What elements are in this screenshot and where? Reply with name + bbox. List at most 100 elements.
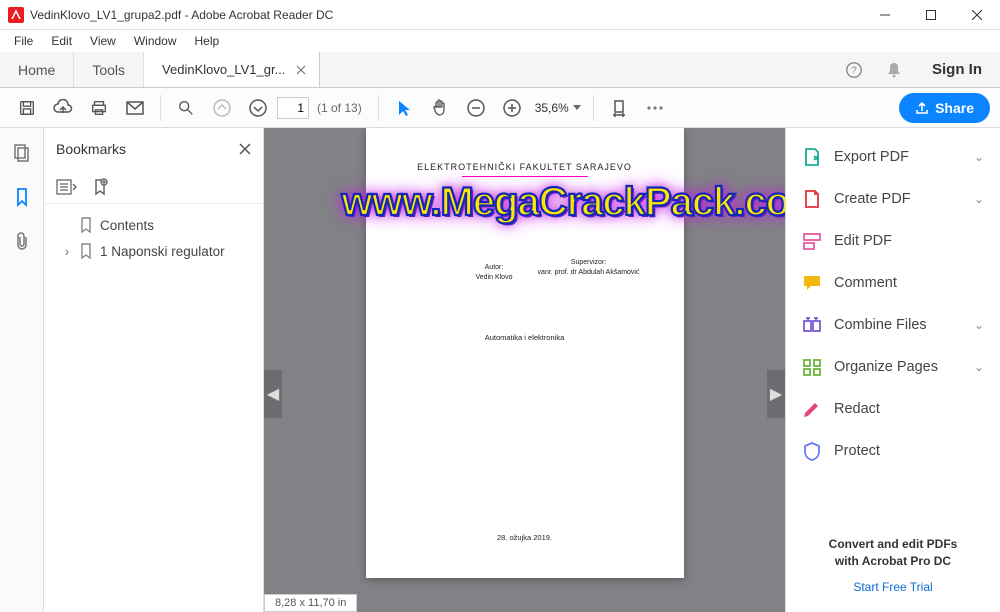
find-icon[interactable] xyxy=(169,91,203,125)
tool-label: Edit PDF xyxy=(834,233,984,249)
tab-document[interactable]: VedinKlovo_LV1_gr... xyxy=(144,52,320,87)
bookmarks-panel: Bookmarks Contents › 1 Naponski regulato… xyxy=(44,128,264,612)
attachments-panel-icon[interactable] xyxy=(7,226,37,256)
protect-icon xyxy=(802,441,822,461)
doc-header: ELEKTROTEHNIČKI FAKULTET SARAJEVO xyxy=(366,128,684,172)
promo-box: Convert and edit PDFs with Acrobat Pro D… xyxy=(786,520,1000,612)
maximize-button[interactable] xyxy=(908,0,954,30)
create-pdf-icon xyxy=(802,189,822,209)
tab-home[interactable]: Home xyxy=(0,52,74,87)
document-viewer[interactable]: ELEKTROTEHNIČKI FAKULTET SARAJEVO Autor:… xyxy=(264,128,785,612)
bookmark-chevron-icon[interactable]: › xyxy=(62,244,72,259)
share-label: Share xyxy=(935,100,974,116)
fit-page-icon[interactable] xyxy=(602,91,636,125)
bookmarks-panel-icon[interactable] xyxy=(7,182,37,212)
menu-file[interactable]: File xyxy=(6,32,41,50)
menu-edit[interactable]: Edit xyxy=(43,32,80,50)
bookmark-item[interactable]: Contents xyxy=(44,212,263,238)
close-tab-icon[interactable] xyxy=(293,62,309,78)
promo-line2: with Acrobat Pro DC xyxy=(798,553,988,570)
tool-organize-pages[interactable]: Organize Pages ⌄ xyxy=(786,346,1000,388)
doc-author: Vedin Klovo xyxy=(476,273,513,283)
menubar: File Edit View Window Help xyxy=(0,30,1000,52)
selection-tool-icon[interactable] xyxy=(387,91,421,125)
start-free-trial-link[interactable]: Start Free Trial xyxy=(798,580,988,594)
tool-comment[interactable]: Comment xyxy=(786,262,1000,304)
prev-page-arrow[interactable]: ◀ xyxy=(264,370,282,418)
sign-in-button[interactable]: Sign In xyxy=(914,52,1000,87)
watermark-overlay: www.MegaCrackPack.com xyxy=(342,180,744,225)
tool-label: Comment xyxy=(834,275,984,291)
page-up-icon[interactable] xyxy=(205,91,239,125)
close-button[interactable] xyxy=(954,0,1000,30)
next-page-arrow[interactable]: ▶ xyxy=(767,370,785,418)
menu-window[interactable]: Window xyxy=(126,32,185,50)
acrobat-app-icon xyxy=(8,7,24,23)
bookmark-label: Contents xyxy=(100,218,154,233)
bookmark-options-icon[interactable] xyxy=(56,179,78,195)
doc-supervisor: vanr. prof. dr Abdulah Akšamović xyxy=(538,268,640,278)
print-icon[interactable] xyxy=(82,91,116,125)
organize-pages-icon xyxy=(802,357,822,377)
thumbnails-panel-icon[interactable] xyxy=(7,138,37,168)
promo-line1: Convert and edit PDFs xyxy=(798,536,988,553)
bookmark-icon xyxy=(80,217,92,233)
share-button[interactable]: Share xyxy=(899,93,990,123)
cloud-upload-icon[interactable] xyxy=(46,91,80,125)
tool-label: Organize Pages xyxy=(834,359,962,375)
page-dimensions: 8,28 x 11,70 in xyxy=(264,594,357,612)
combine-files-icon xyxy=(802,315,822,335)
side-nav-strip xyxy=(0,128,44,612)
tab-document-label: VedinKlovo_LV1_gr... xyxy=(162,62,285,77)
chevron-down-icon: ⌄ xyxy=(974,360,984,374)
edit-pdf-icon xyxy=(802,231,822,251)
comment-icon xyxy=(802,273,822,293)
page-down-icon[interactable] xyxy=(241,91,275,125)
tool-edit-pdf[interactable]: Edit PDF xyxy=(786,220,1000,262)
minimize-button[interactable] xyxy=(862,0,908,30)
window-title: VedinKlovo_LV1_grupa2.pdf - Adobe Acroba… xyxy=(30,8,862,22)
tool-create-pdf[interactable]: Create PDF ⌄ xyxy=(786,178,1000,220)
tabbar: Home Tools VedinKlovo_LV1_gr... ? Sign I… xyxy=(0,52,1000,88)
tools-panel: Export PDF ⌄ Create PDF ⌄ Edit PDF Comme… xyxy=(785,128,1000,612)
close-panel-icon[interactable] xyxy=(239,143,251,155)
doc-author-label: Autor: xyxy=(476,263,513,273)
help-icon[interactable]: ? xyxy=(834,52,874,87)
bookmarks-title: Bookmarks xyxy=(56,141,239,157)
chevron-down-icon: ⌄ xyxy=(974,192,984,206)
menu-view[interactable]: View xyxy=(82,32,124,50)
bookmark-label: 1 Naponski regulator xyxy=(100,244,225,259)
page-count-label: (1 of 13) xyxy=(317,101,362,115)
bookmark-item[interactable]: › 1 Naponski regulator xyxy=(44,238,263,264)
tool-label: Protect xyxy=(834,443,984,459)
tool-export-pdf[interactable]: Export PDF ⌄ xyxy=(786,136,1000,178)
document-page: ELEKTROTEHNIČKI FAKULTET SARAJEVO Autor:… xyxy=(366,128,684,578)
tool-redact[interactable]: Redact xyxy=(786,388,1000,430)
page-number-input[interactable] xyxy=(277,97,309,119)
tool-label: Redact xyxy=(834,401,984,417)
tool-label: Export PDF xyxy=(834,149,962,165)
zoom-in-icon[interactable] xyxy=(495,91,529,125)
tab-tools[interactable]: Tools xyxy=(74,52,144,87)
add-bookmark-icon[interactable] xyxy=(92,178,108,196)
zoom-out-icon[interactable] xyxy=(459,91,493,125)
notifications-icon[interactable] xyxy=(874,52,914,87)
bookmark-icon xyxy=(80,243,92,259)
email-icon[interactable] xyxy=(118,91,152,125)
export-pdf-icon xyxy=(802,147,822,167)
chevron-down-icon: ⌄ xyxy=(974,318,984,332)
menu-help[interactable]: Help xyxy=(187,32,228,50)
svg-text:?: ? xyxy=(851,65,857,76)
chevron-down-icon xyxy=(573,105,581,110)
hand-tool-icon[interactable] xyxy=(423,91,457,125)
chevron-down-icon: ⌄ xyxy=(974,150,984,164)
more-tools-icon[interactable] xyxy=(638,91,672,125)
tool-combine-files[interactable]: Combine Files ⌄ xyxy=(786,304,1000,346)
tool-label: Combine Files xyxy=(834,317,962,333)
save-icon[interactable] xyxy=(10,91,44,125)
redact-icon xyxy=(802,399,822,419)
zoom-dropdown[interactable]: 35,6% xyxy=(531,99,585,117)
tool-protect[interactable]: Protect xyxy=(786,430,1000,472)
toolbar: (1 of 13) 35,6% Share xyxy=(0,88,1000,128)
doc-date: 28. ožujka 2019. xyxy=(366,533,684,542)
